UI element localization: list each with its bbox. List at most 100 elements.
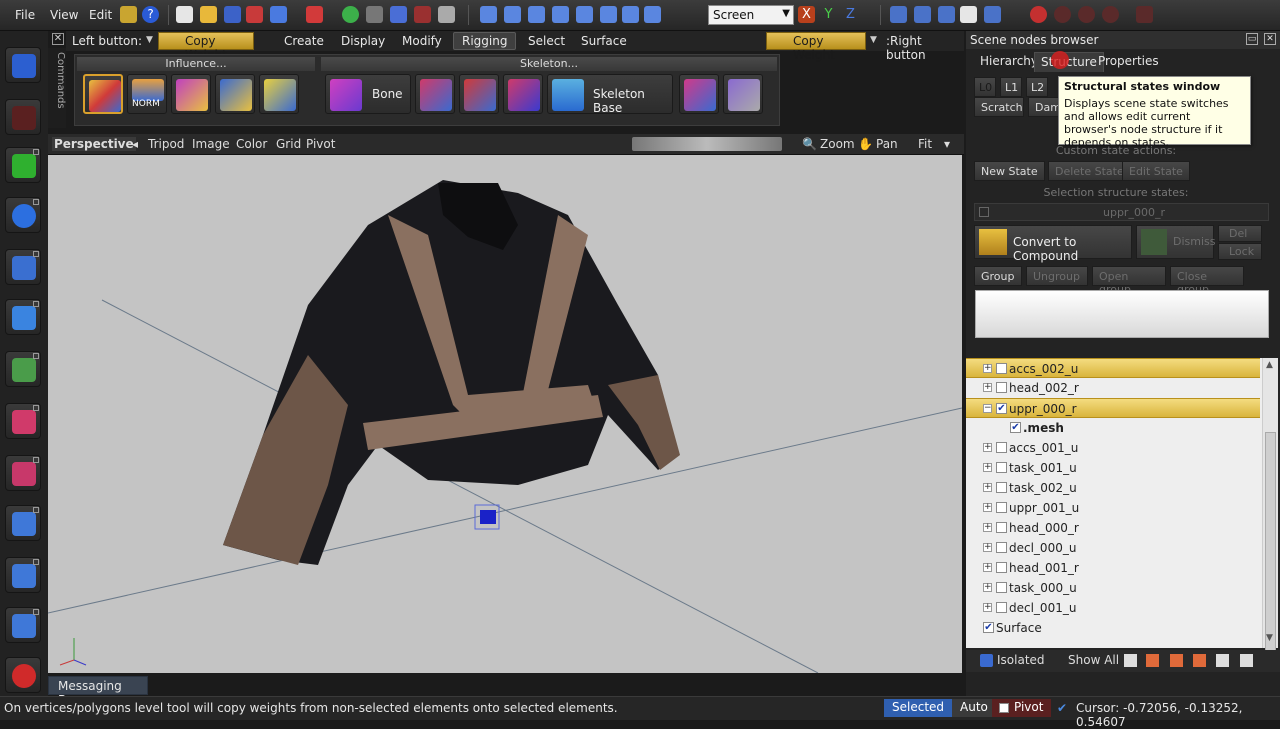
axis-y-icon[interactable]: Y (820, 6, 837, 23)
record-icon[interactable] (1030, 6, 1047, 23)
float-panel-icon[interactable]: ▭ (1246, 33, 1258, 45)
show-all-button[interactable]: Show All (1068, 653, 1119, 667)
tab-create[interactable]: Create (284, 32, 324, 50)
undo-tool-button[interactable] (5, 47, 41, 83)
undo-icon[interactable] (390, 6, 407, 23)
chevron-down-icon[interactable]: ▼ (870, 35, 877, 45)
pivot-menu[interactable]: Pivot (306, 137, 335, 151)
tab-modify[interactable]: Modify (402, 32, 442, 50)
coordinate-space-select[interactable]: Screen ▼ (708, 5, 794, 25)
grid-menu[interactable]: Grid (276, 137, 301, 151)
lock-button[interactable]: Lock (1218, 243, 1262, 260)
axis-x-icon[interactable]: X (798, 6, 815, 23)
selected-mode-button[interactable]: Selected (884, 699, 953, 717)
scroll-down-icon[interactable]: ▼ (1266, 633, 1273, 643)
del-button[interactable]: Del (1218, 225, 1262, 242)
visibility-checkbox[interactable] (996, 462, 1007, 473)
tree-node[interactable]: + head_002_r (966, 378, 1260, 398)
edit-state-button[interactable]: Edit State (1122, 161, 1190, 181)
messaging-bar-tab[interactable]: Messaging Bar (48, 676, 148, 707)
key-remove-icon[interactable] (1102, 6, 1119, 23)
skeleton-group-header[interactable]: Skeleton... (321, 57, 777, 71)
export-icon[interactable] (306, 6, 323, 23)
import-icon[interactable] (270, 6, 287, 23)
tree-node[interactable]: + accs_002_u (966, 358, 1260, 378)
level-l0-button[interactable]: L0 (974, 77, 996, 97)
tree-node[interactable]: + head_001_r (966, 558, 1260, 578)
color-menu[interactable]: Color (236, 137, 267, 151)
bone-button[interactable]: Bone (325, 74, 411, 114)
tab-properties[interactable]: Properties (1092, 52, 1165, 72)
3d-viewport[interactable] (48, 155, 962, 673)
expand-toggle-icon[interactable]: + (983, 503, 992, 512)
zoom-button[interactable]: Zoom (820, 137, 855, 151)
transfer-weights-button[interactable] (215, 74, 255, 114)
visibility-checkbox[interactable]: ✔ (1010, 422, 1021, 433)
expand-toggle-icon[interactable]: + (983, 463, 992, 472)
tree-node[interactable]: + accs_001_u (966, 438, 1260, 458)
convert-to-compound-button[interactable]: Convert to Compound (974, 225, 1132, 263)
smooth-weights-button[interactable] (171, 74, 211, 114)
visibility-checkbox[interactable] (996, 522, 1007, 533)
auto-mode-button[interactable]: Auto (952, 699, 996, 717)
damage-button[interactable]: Dam (1028, 97, 1061, 117)
expand-toggle-icon[interactable]: + (983, 603, 992, 612)
group-button[interactable]: Group (974, 266, 1022, 286)
list-icon[interactable] (1240, 654, 1253, 667)
visibility-checkbox[interactable] (996, 382, 1007, 393)
tab-select[interactable]: Select (528, 32, 565, 50)
close-icon[interactable]: ✕ (1264, 33, 1276, 45)
open-folder-icon[interactable] (200, 6, 217, 23)
visibility-checkbox[interactable] (996, 582, 1007, 593)
mirror-tool-button[interactable] (5, 299, 41, 335)
ungroup-button[interactable]: Ungroup (1026, 266, 1088, 286)
tab-display[interactable]: Display (341, 32, 385, 50)
weight-paint-button[interactable] (83, 74, 123, 114)
left-button-tool[interactable]: Copy Weight (158, 32, 254, 62)
hand-icon[interactable]: ✋ (858, 137, 873, 151)
isolated-button[interactable]: Isolated (997, 653, 1045, 667)
tree-node[interactable]: + task_001_u (966, 458, 1260, 478)
fit-button[interactable]: Fit (918, 137, 932, 151)
chevron-down-icon[interactable]: ▼ (146, 35, 153, 45)
skeleton-edit-button[interactable] (723, 74, 763, 114)
viewport-display-icons[interactable] (632, 137, 782, 151)
sphere-icon[interactable] (600, 6, 617, 23)
tab-surface[interactable]: Surface (581, 32, 627, 50)
transform-icon[interactable] (938, 6, 955, 23)
visibility-checkbox[interactable] (996, 602, 1007, 613)
bone-split-button[interactable] (459, 74, 499, 114)
help-icon[interactable]: ? (142, 6, 159, 23)
expand-toggle-icon[interactable]: + (983, 523, 992, 532)
history-icon[interactable] (438, 6, 455, 23)
dismiss-button[interactable]: Dismiss (1136, 225, 1216, 259)
new-file-icon[interactable] (176, 6, 193, 23)
menu-view[interactable]: View (50, 8, 78, 22)
new-state-button[interactable]: New State (974, 161, 1045, 181)
snap-grid-icon[interactable] (984, 6, 1001, 23)
visibility-checkbox[interactable] (996, 502, 1007, 513)
copy-weight-button[interactable] (259, 74, 299, 114)
tripod-menu[interactable]: Tripod (148, 137, 184, 151)
axis-z-icon[interactable]: Z (842, 6, 859, 23)
close-icon[interactable]: ✕ (52, 33, 64, 45)
ring-icon[interactable] (622, 6, 639, 23)
expand-tree-icon[interactable] (1124, 654, 1137, 667)
influence-group-header[interactable]: Influence... (77, 57, 315, 71)
redo-tool-button[interactable] (5, 99, 41, 135)
arrow-left-icon[interactable]: ◂ (132, 137, 138, 151)
tree-node[interactable]: + task_002_u (966, 478, 1260, 498)
expand-toggle-icon[interactable]: + (983, 443, 992, 452)
skeleton-mirror-button[interactable] (679, 74, 719, 114)
bone-insert-button[interactable] (415, 74, 455, 114)
timeline-icon[interactable] (1136, 6, 1153, 23)
pick-icon[interactable] (960, 6, 977, 23)
tree-node[interactable]: − ✔ uppr_000_r (966, 398, 1260, 418)
scratch-button[interactable]: Scratch (974, 97, 1024, 117)
chevron-down-icon[interactable]: ▾ (944, 137, 950, 151)
right-button-tool[interactable]: Copy Weight (766, 32, 866, 62)
expand-toggle-icon[interactable]: + (983, 383, 992, 392)
grid-icon[interactable] (366, 6, 383, 23)
settings-icon[interactable] (120, 6, 137, 23)
tree-node[interactable]: + decl_001_u (966, 598, 1260, 618)
